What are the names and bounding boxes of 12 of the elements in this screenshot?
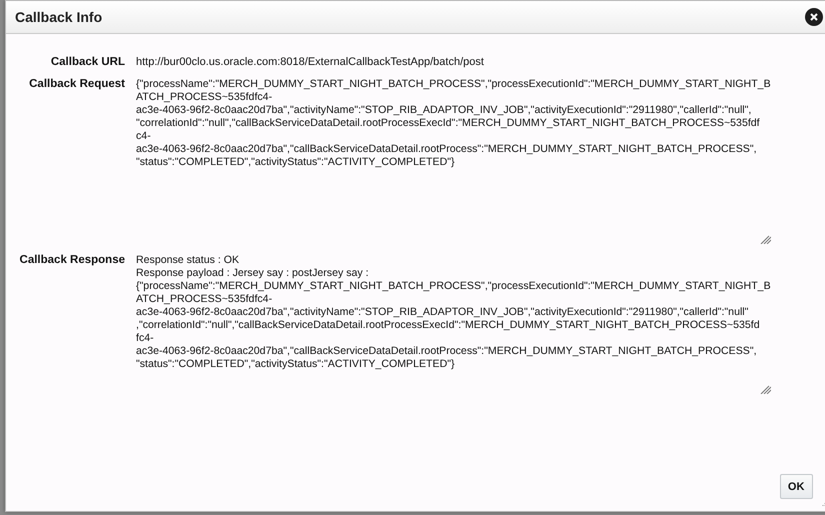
- close-icon: [808, 12, 819, 22]
- resize-grip-icon[interactable]: [758, 384, 771, 394]
- text-area[interactable]: {"processName":"MERCH_DUMMY_START_NIGHT_BATCH_PROCESS","processExecutionId":"MERCH_DUMMY_START_NIGHT_B ATCH_PROCESS~535fdfc4- ac3e-4063-96f2-8c0aac20d7ba","activityName":"STOP_RIB_ADAPTOR_INV_JOB","activityExecutionId":"2911980","callerId":"null", "correlationId":"null","callBackServiceDataDetail.rootProcessExecId":"MERCH_DUMMY_START_NIGHT_BATCH_PROCESS~535fdf c4- ac3e-4063-96f2-8c0aac20d7ba","callBackServiceDataDetail.rootProcess":"MERCH_DUMMY_START_NIGHT_BATCH_PROCESS", "status":"COMPLETED","activityStatus":"ACTIVITY_COMPLETED"}: [136, 76, 771, 244]
- resize-grip-icon[interactable]: [758, 234, 771, 244]
- field-label: Callback Response: [18, 253, 125, 268]
- field-label: Callback URL: [50, 56, 125, 68]
- ok-button[interactable]: OK: [780, 474, 813, 499]
- url-value: http://bur00clo.us.oracle.com:8018/ExternalCallbackTestApp/batch/post: [136, 56, 485, 68]
- close-button[interactable]: [804, 8, 823, 26]
- field-label: Callback Request: [28, 77, 125, 92]
- text-area[interactable]: Response status : OK Response payload : Jersey say : postJersey say : {"processName":"MERCH_DUMMY_START_NIGHT_BATCH_PROCESS","processExecutionId":"MERCH_DUMMY_START_NIGHT_B ATCH_PROCESS~535fdfc4- ac3e-4063-96f2-8c0aac20d7ba","activityName":"STOP_RIB_ADAPTOR_INV_JOB","activityExecutionId":"2911980","callerId":"null" ,"correlationId":"null","callBackServiceDataDetail.rootProcessExecId":"MERCH_DUMMY_START_NIGHT_BATCH_PROCESS~535fd fc4- ac3e-4063-96f2-8c0aac20d7ba","callBackServiceDataDetail.rootProcess":"MERCH_DUMMY_START_NIGHT_BATCH_PROCESS", "status":"COMPLETED","activityStatus":"ACTIVITY_COMPLETED"}: [136, 252, 771, 394]
- dialog-title: Callback Info: [15, 9, 102, 25]
